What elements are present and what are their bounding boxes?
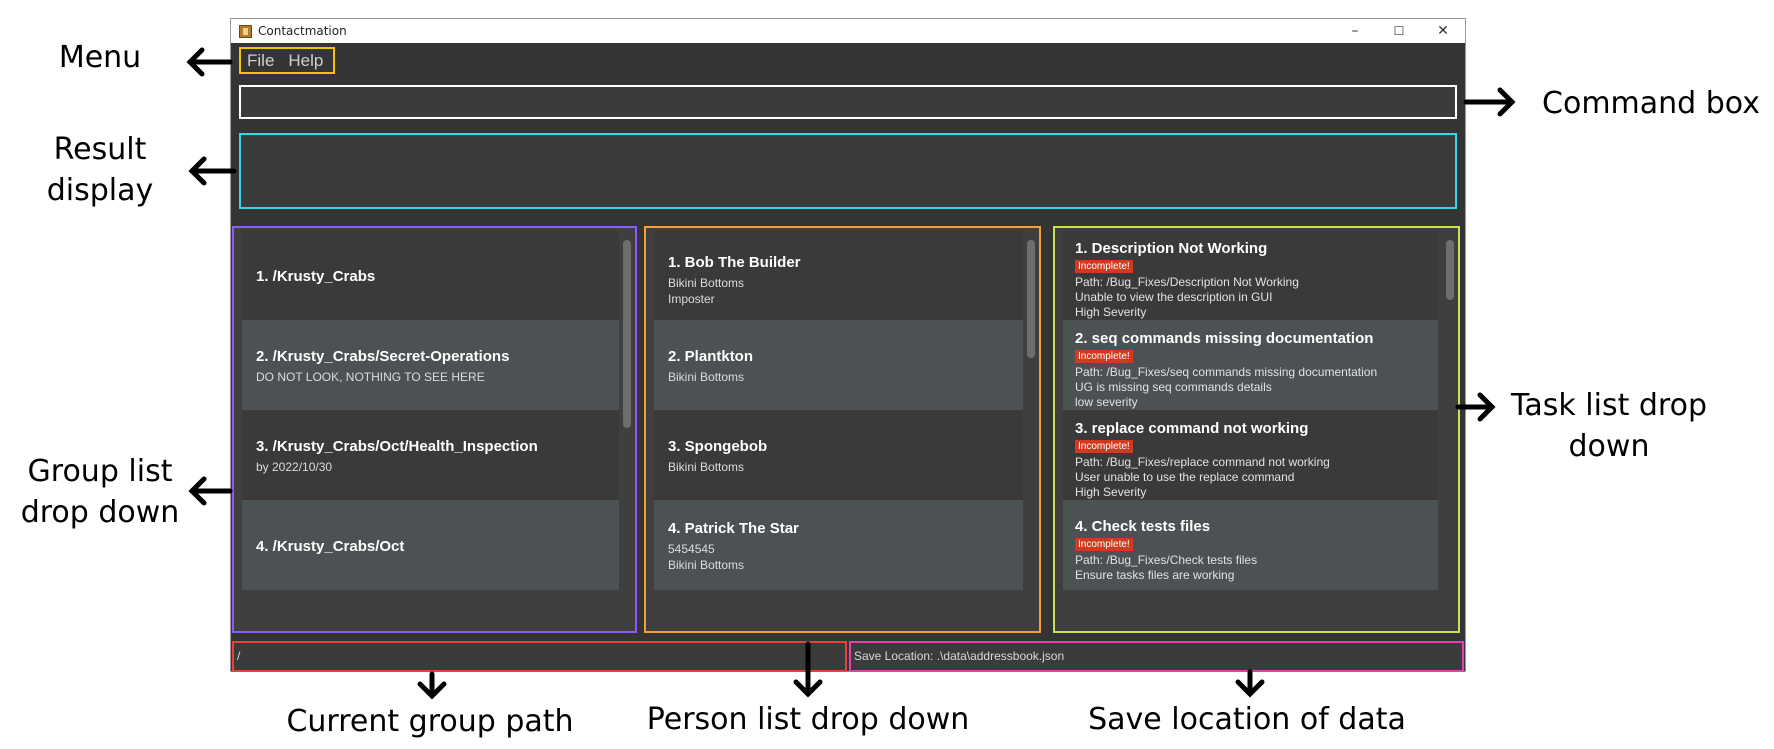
person-list-item[interactable]: 2. Plantkton Bikini Bottoms [654, 320, 1023, 410]
person-name: 1. Bob The Builder [668, 254, 801, 271]
annotation-current-group-path: Current group path [286, 704, 574, 739]
close-icon[interactable]: ✕ [1421, 19, 1465, 43]
command-box[interactable] [239, 85, 1457, 119]
window-title: Contactmation [258, 24, 347, 38]
person-list-item[interactable]: 3. Spongebob Bikini Bottoms [654, 410, 1023, 500]
task-path: Path: /Bug_Fixes/seq commands missing do… [1075, 365, 1378, 379]
person-detail: Bikini Bottoms [668, 558, 745, 572]
group-description: by 2022/10/30 [256, 460, 333, 474]
task-path: Path: /Bug_Fixes/Description Not Working [1075, 275, 1299, 289]
status-badge: Incomplete! [1075, 350, 1133, 363]
annotation-save-location: Save location of data [1088, 702, 1406, 737]
person-list-panel[interactable]: 1. Bob The Builder Bikini Bottoms Impost… [644, 226, 1041, 633]
task-path: Path: /Bug_Fixes/Check tests files [1075, 553, 1258, 567]
task-description: Ensure tasks files are working [1075, 568, 1235, 582]
menu-box: File Help [239, 47, 335, 74]
group-title: 1. /Krusty_Crabs [256, 268, 376, 285]
window-controls: – ☐ ✕ [1333, 19, 1465, 43]
task-severity: High Severity [1075, 305, 1147, 319]
task-list-item[interactable]: 3. replace command not working Incomplet… [1063, 410, 1438, 500]
task-description: User unable to use the replace command [1075, 470, 1295, 484]
task-title: 4. Check tests files [1075, 518, 1211, 535]
person-name: 3. Spongebob [668, 438, 768, 455]
annotation-command-box: Command box [1542, 86, 1760, 121]
task-title: 1. Description Not Working [1075, 240, 1268, 257]
menu-bar: File Help [231, 43, 1465, 77]
person-detail: Bikini Bottoms [668, 460, 745, 474]
task-list-item[interactable]: 4. Check tests files Incomplete! Path: /… [1063, 500, 1438, 590]
group-title: 3. /Krusty_Crabs/Oct/Health_Inspection [256, 438, 538, 455]
maximize-icon[interactable]: ☐ [1377, 19, 1421, 43]
app-window: Contactmation – ☐ ✕ File Help 1. /Krusty… [230, 18, 1466, 672]
group-list-item[interactable]: 1. /Krusty_Crabs [242, 230, 619, 320]
group-list-item[interactable]: 3. /Krusty_Crabs/Oct/Health_Inspection b… [242, 410, 619, 500]
task-list-panel[interactable]: 1. Description Not Working Incomplete! P… [1053, 226, 1460, 633]
result-display [239, 133, 1457, 209]
group-list-item[interactable]: 4. /Krusty_Crabs/Oct [242, 500, 619, 590]
annotation-person-list: Person list drop down [646, 702, 970, 737]
task-list-item[interactable]: 1. Description Not Working Incomplete! P… [1063, 230, 1438, 320]
status-badge: Incomplete! [1075, 440, 1133, 453]
person-list-item[interactable]: 1. Bob The Builder Bikini Bottoms Impost… [654, 230, 1023, 320]
current-group-path: / [232, 641, 847, 672]
task-list-scrollbar[interactable] [1446, 240, 1454, 300]
task-severity: low severity [1075, 395, 1138, 409]
person-detail: 5454545 [668, 542, 715, 556]
app-icon [239, 24, 252, 38]
menu-file[interactable]: File [241, 51, 282, 71]
task-title: 2. seq commands missing documentation [1075, 330, 1374, 347]
task-list-item[interactable]: 2. seq commands missing documentation In… [1063, 320, 1438, 410]
group-list-scrollbar[interactable] [623, 240, 631, 428]
group-list-panel[interactable]: 1. /Krusty_Crabs 2. /Krusty_Crabs/Secret… [232, 226, 637, 633]
task-path: Path: /Bug_Fixes/replace command not wor… [1075, 455, 1330, 469]
group-title: 4. /Krusty_Crabs/Oct [256, 538, 405, 555]
annotation-menu: Menu [58, 40, 142, 75]
group-description: DO NOT LOOK, NOTHING TO SEE HERE [256, 370, 485, 384]
task-description: Unable to view the description in GUI [1075, 290, 1273, 304]
task-description: UG is missing seq commands details [1075, 380, 1272, 394]
person-list-item[interactable]: 4. Patrick The Star 5454545 Bikini Botto… [654, 500, 1023, 590]
annotation-task-list: Task list drop down [1511, 388, 1707, 464]
save-location: Save Location: .\data\addressbook.json [849, 641, 1464, 672]
minimize-icon[interactable]: – [1333, 19, 1377, 43]
group-title: 2. /Krusty_Crabs/Secret-Operations [256, 348, 510, 365]
person-name: 2. Plantkton [668, 348, 754, 365]
person-name: 4. Patrick The Star [668, 520, 799, 537]
task-title: 3. replace command not working [1075, 420, 1309, 437]
person-detail: Imposter [668, 292, 715, 306]
menu-help[interactable]: Help [282, 51, 331, 71]
task-severity: High Severity [1075, 485, 1147, 499]
status-badge: Incomplete! [1075, 260, 1133, 273]
person-detail: Bikini Bottoms [668, 370, 745, 384]
person-detail: Bikini Bottoms [668, 276, 745, 290]
annotation-result-display: Result display [46, 132, 154, 208]
status-badge: Incomplete! [1075, 538, 1133, 551]
title-bar: Contactmation – ☐ ✕ [231, 19, 1465, 43]
person-list-scrollbar[interactable] [1027, 240, 1035, 358]
annotation-group-list: Group list drop down [20, 454, 180, 530]
group-list-item[interactable]: 2. /Krusty_Crabs/Secret-Operations DO NO… [242, 320, 619, 410]
